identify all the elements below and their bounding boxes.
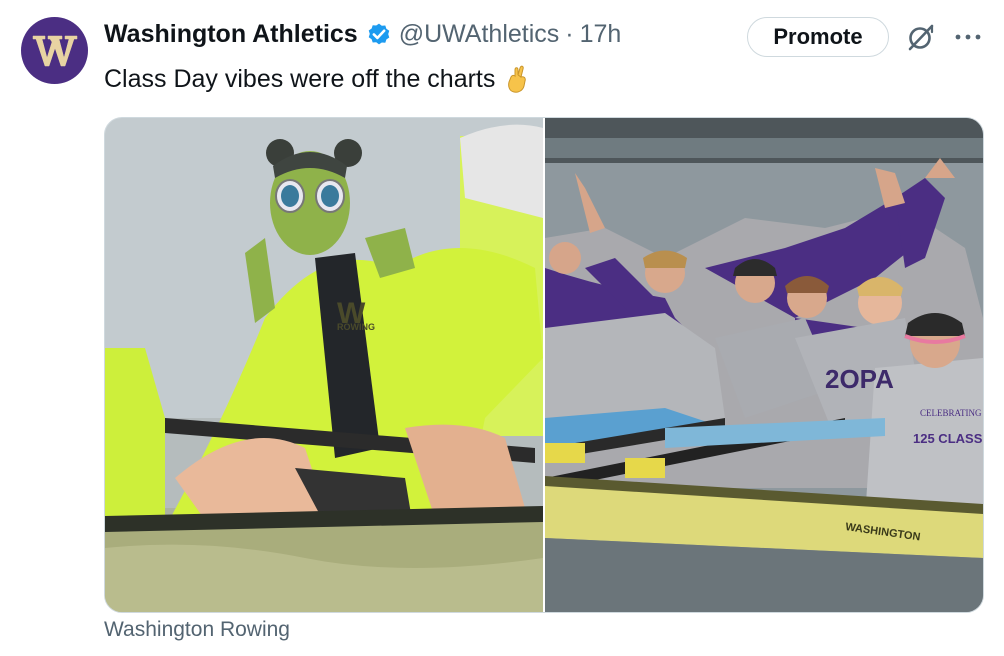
tweet-text: Class Day vibes were off the charts [104, 65, 496, 93]
tweet-header: Washington Athletics @UWAthletics · 17h [104, 16, 621, 52]
promote-button[interactable]: Promote [747, 17, 889, 57]
media-caption[interactable]: Washington Rowing [104, 618, 290, 642]
more-icon[interactable] [953, 25, 983, 49]
tweet: Washington Athletics @UWAthletics · 17h … [0, 0, 1004, 656]
jersey-text: 2OPA [825, 364, 894, 394]
handle[interactable]: @UWAthletics [399, 20, 560, 49]
verified-badge-icon [368, 23, 389, 45]
display-name[interactable]: Washington Athletics [104, 20, 358, 49]
rowing-crew-celebration-photo[interactable]: WASHINGTON 2OPA CELEBRATING 125 CLASS DA [545, 118, 983, 612]
shirt-text: 125 CLASS DA [913, 431, 983, 446]
crossed-fingers-emoji [508, 65, 527, 93]
rower-green-face-illustration: W ROWING [105, 118, 543, 612]
tweet-text-row: Class Day vibes were off the charts [104, 62, 531, 96]
rower-green-face-photo[interactable]: W ROWING [105, 118, 543, 612]
uw-logo-icon [32, 35, 77, 66]
grok-icon[interactable] [906, 22, 936, 52]
shirt-top-text: CELEBRATING [920, 408, 982, 418]
separator-dot: · [565, 19, 574, 48]
timestamp[interactable]: 17h [580, 20, 622, 49]
jacket-text: ROWING [337, 322, 375, 332]
media-grid: W ROWING WASHINGTON 2OPA CELEBRATING 125… [104, 117, 984, 613]
rowing-crew-illustration: WASHINGTON 2OPA CELEBRATING 125 CLASS DA [545, 118, 983, 612]
avatar[interactable] [21, 17, 88, 84]
